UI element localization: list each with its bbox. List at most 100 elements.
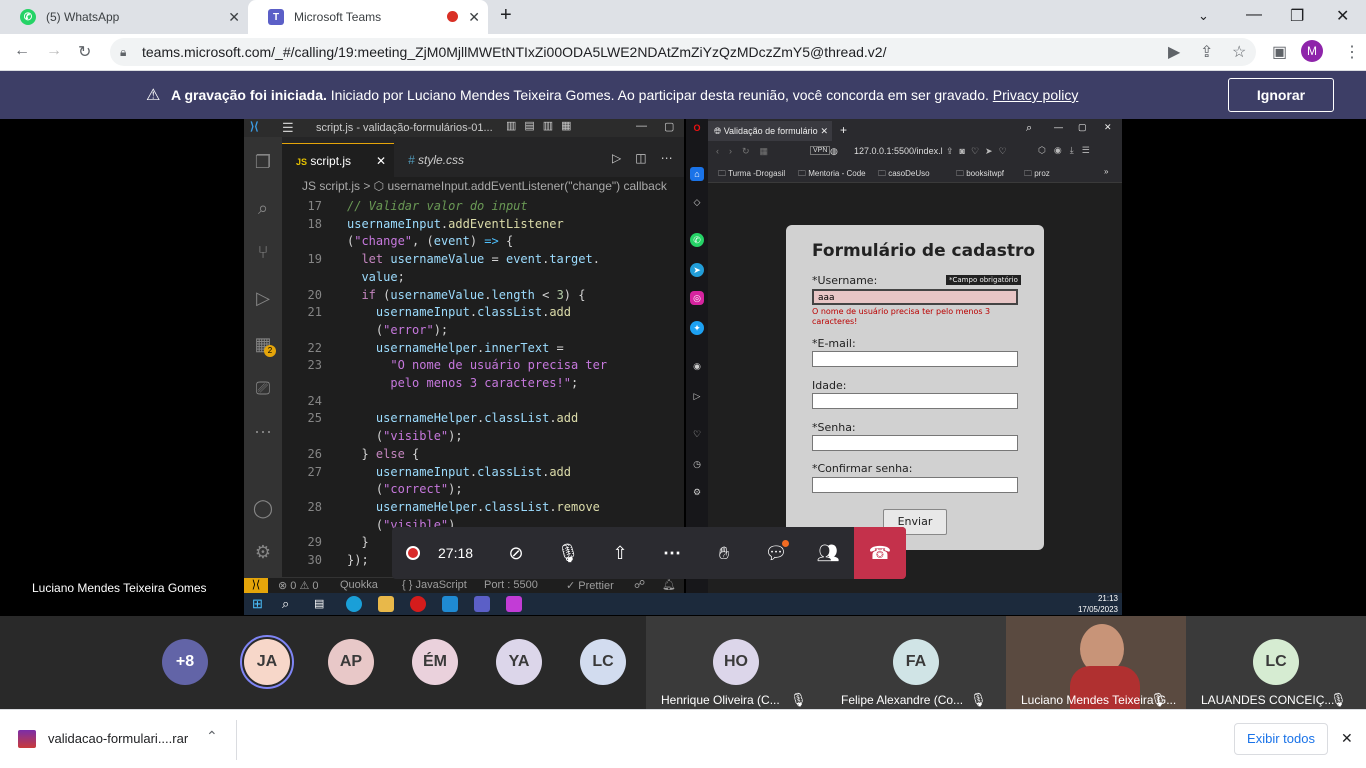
telegram-icon[interactable]: ➤ bbox=[690, 263, 704, 277]
search-icon[interactable]: ⌕ bbox=[1026, 122, 1032, 135]
close-icon[interactable]: ✕ bbox=[1341, 730, 1353, 747]
avatar[interactable]: YA bbox=[496, 639, 542, 685]
avatar[interactable]: ÉM bbox=[412, 639, 458, 685]
language-mode[interactable]: { } JavaScript bbox=[402, 579, 467, 591]
back-icon[interactable]: ← bbox=[14, 42, 30, 60]
windows-start-icon[interactable]: ⊞ bbox=[252, 596, 268, 612]
remote-explorer-icon[interactable]: ⎚ bbox=[252, 377, 274, 399]
live-server-port[interactable]: Port : 5500 bbox=[484, 579, 538, 591]
edge-icon[interactable] bbox=[346, 596, 362, 612]
share-icon[interactable]: ⇪ bbox=[1200, 42, 1213, 62]
window-close-icon[interactable]: ✕ bbox=[1336, 6, 1349, 26]
restore-icon[interactable]: ▢ bbox=[664, 120, 674, 133]
task-view-icon[interactable]: ▤ bbox=[314, 596, 330, 612]
username-input[interactable]: aaa bbox=[812, 289, 1018, 305]
teams-icon[interactable] bbox=[474, 596, 490, 612]
close-icon[interactable]: ✕ bbox=[376, 144, 386, 178]
privacy-policy-link[interactable]: Privacy policy bbox=[993, 87, 1079, 103]
bookmark-star-icon[interactable]: ☆ bbox=[1232, 42, 1246, 62]
bookmark-item[interactable]: 🗀︎ proz bbox=[1024, 168, 1050, 182]
participants-icon[interactable]: 👥︎ bbox=[802, 527, 854, 579]
home-icon[interactable]: ⌂ bbox=[690, 167, 704, 181]
instagram-icon[interactable]: ◎ bbox=[690, 291, 704, 305]
chat-icon[interactable]: 💬︎ bbox=[750, 527, 802, 579]
tab-teams[interactable]: T Microsoft Teams ✕ bbox=[248, 0, 488, 34]
notifications-bell-icon[interactable]: 🔔︎ bbox=[662, 578, 676, 591]
share-screen-icon[interactable]: ⇧ bbox=[594, 527, 646, 579]
twitter-icon[interactable]: ✦ bbox=[690, 321, 704, 335]
send-icon[interactable]: ▷ bbox=[690, 389, 704, 403]
close-icon[interactable]: ✕ bbox=[468, 9, 480, 26]
editor-actions-icons[interactable]: ▷◫⋯ bbox=[612, 151, 687, 165]
tab-style-css[interactable]: # style.css bbox=[394, 143, 504, 177]
address-bar[interactable]: 🔒︎ teams.microsoft.com/_#/calling/19:mee… bbox=[110, 38, 1256, 66]
menu-icon[interactable]: ⋮ bbox=[1344, 42, 1360, 62]
email-input[interactable] bbox=[812, 351, 1018, 367]
run-debug-icon[interactable]: ▷ bbox=[252, 287, 274, 309]
password-input[interactable] bbox=[812, 435, 1018, 451]
new-tab-icon[interactable]: + bbox=[500, 4, 512, 27]
nav-icons[interactable]: ‹›↻▦ bbox=[716, 146, 778, 157]
whatsapp-icon[interactable]: ✆ bbox=[690, 233, 704, 247]
file-explorer-icon[interactable] bbox=[378, 596, 394, 612]
minimize-icon[interactable]: — bbox=[1054, 122, 1063, 132]
search-icon[interactable]: ⌕ bbox=[252, 197, 274, 219]
bookmark-item[interactable]: 🗀︎ casoDeUso bbox=[878, 168, 930, 182]
bookmark-item[interactable]: 🗀︎ Mentoria - Code bbox=[798, 168, 866, 182]
confirm-password-input[interactable] bbox=[812, 477, 1018, 493]
new-tab-icon[interactable]: + bbox=[840, 123, 847, 137]
more-actions-icon[interactable]: ⋯ bbox=[646, 527, 698, 579]
preview-tab[interactable]: 🌐︎ Validação de formulário ✕ bbox=[708, 121, 832, 141]
avatar[interactable]: AP bbox=[328, 639, 374, 685]
heart-icon[interactable]: ♡ bbox=[690, 427, 704, 441]
download-filename[interactable]: validacao-formulari....rar bbox=[48, 731, 188, 746]
history-icon[interactable]: ◷ bbox=[690, 457, 704, 471]
explorer-icon[interactable]: ❐ bbox=[252, 151, 274, 173]
vscode-icon[interactable] bbox=[442, 596, 458, 612]
avatar[interactable]: LC bbox=[580, 639, 626, 685]
opera-icon[interactable] bbox=[410, 596, 426, 612]
show-all-button[interactable]: Exibir todos bbox=[1234, 723, 1328, 755]
app-icon[interactable] bbox=[506, 596, 522, 612]
forward-icon[interactable]: → bbox=[46, 42, 62, 60]
preview-address[interactable]: 127.0.0.1:5500/index.l bbox=[854, 146, 943, 156]
settings-gear-icon[interactable]: ⚙ bbox=[252, 541, 274, 563]
bookmark-item[interactable]: 🗀︎ Turma -Drogasil bbox=[718, 168, 785, 182]
address-action-icons[interactable]: ⇪◙♡➤♡ bbox=[946, 146, 1013, 157]
bookmark-item[interactable]: 🗀︎ booksitwpf bbox=[956, 168, 1004, 182]
feedback-icon[interactable]: ☍ bbox=[634, 578, 645, 591]
window-close-icon[interactable]: ✕ bbox=[1104, 122, 1112, 133]
prettier-status[interactable]: ✓ Prettier bbox=[566, 579, 614, 592]
settings-gear-icon[interactable]: ⚙ bbox=[690, 485, 704, 499]
avatar[interactable]: JA bbox=[244, 639, 290, 685]
problems-indicator[interactable]: ⊗ 0 ⚠ 0 bbox=[278, 579, 319, 592]
search-icon[interactable]: ⌕ bbox=[282, 596, 298, 612]
restore-icon[interactable]: ❐ bbox=[1290, 6, 1304, 26]
tab-script-js[interactable]: JS script.js ✕ bbox=[282, 143, 394, 177]
chevron-right-icon[interactable]: » bbox=[1104, 167, 1108, 176]
mic-off-icon[interactable]: 🎙︎ bbox=[542, 527, 594, 579]
vpn-badge[interactable]: VPN bbox=[810, 146, 831, 155]
ignore-button[interactable]: Ignorar bbox=[1228, 78, 1334, 112]
more-icon[interactable]: ⋯ bbox=[252, 421, 274, 443]
layout-icons[interactable]: ▥▤▥▦ bbox=[506, 119, 580, 132]
source-control-icon[interactable]: ⑂ bbox=[252, 241, 274, 263]
camera-off-icon[interactable]: ⊘ bbox=[490, 527, 542, 579]
age-input[interactable] bbox=[812, 393, 1018, 409]
close-icon[interactable]: ✕ bbox=[820, 121, 828, 141]
leave-call-button[interactable]: ☎ bbox=[854, 527, 906, 579]
remote-icon[interactable]: ⟩⟨ bbox=[244, 578, 268, 593]
more-participants-button[interactable]: +8 bbox=[162, 639, 208, 685]
player-icon[interactable]: ◉ bbox=[690, 359, 704, 373]
toolbar-right-icons[interactable]: ⬡◉⤓☰ bbox=[1038, 145, 1098, 156]
code-editor[interactable]: 17 // Validar valor do input 18 usernameInp… bbox=[282, 197, 684, 577]
reload-icon[interactable]: ↻ bbox=[78, 42, 91, 62]
chevron-down-icon[interactable]: ⌄ bbox=[1198, 8, 1209, 24]
minimize-icon[interactable]: — bbox=[636, 120, 647, 132]
minimize-icon[interactable]: — bbox=[1246, 6, 1262, 24]
camera-icon[interactable]: ▶ bbox=[1168, 42, 1180, 62]
chevron-up-icon[interactable]: ⌃ bbox=[206, 728, 218, 745]
side-panel-icon[interactable]: ▣ bbox=[1272, 42, 1287, 62]
hamburger-icon[interactable]: ☰ bbox=[282, 120, 294, 136]
quokka-status[interactable]: Quokka bbox=[340, 579, 378, 591]
